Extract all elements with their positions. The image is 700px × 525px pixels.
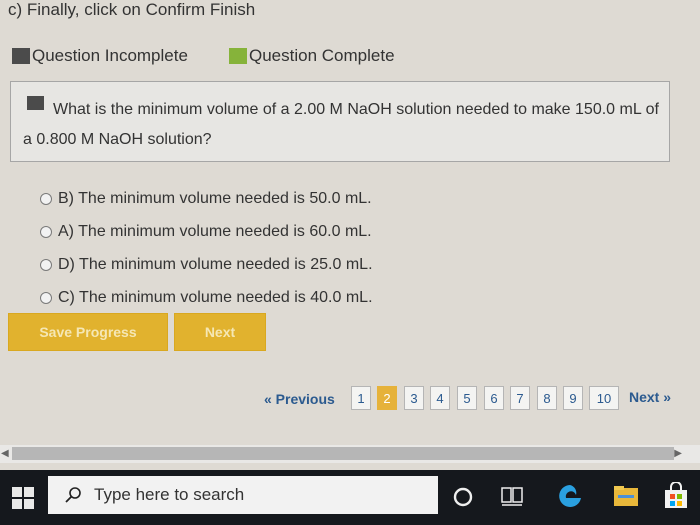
search-icon: [65, 487, 81, 503]
legend-incomplete: Question Incomplete: [12, 46, 188, 66]
taskbar: Type here to search: [0, 470, 700, 525]
next-page-link[interactable]: Next »: [629, 389, 671, 405]
instruction-text: c) Finally, click on Confirm Finish: [8, 0, 256, 19]
task-view-icon[interactable]: [500, 484, 524, 508]
incomplete-swatch: [12, 48, 30, 64]
question-text: What is the minimum volume of a 2.00 M N…: [23, 101, 659, 148]
option-c[interactable]: C) The minimum volume needed is 40.0 mL.: [40, 281, 373, 314]
radio-button[interactable]: [40, 258, 52, 271]
scroll-right-icon[interactable]: ▶: [674, 448, 682, 459]
option-b[interactable]: B) The minimum volume needed is 50.0 mL.: [40, 182, 373, 215]
radio-button[interactable]: [40, 192, 52, 205]
option-a[interactable]: A) The minimum volume needed is 60.0 mL.: [40, 215, 373, 248]
page-link-7[interactable]: 7: [510, 386, 530, 410]
page-link-9[interactable]: 9: [563, 386, 583, 410]
legend-complete-label: Question Complete: [249, 46, 395, 65]
search-placeholder: Type here to search: [94, 485, 245, 504]
option-label: C) The minimum volume needed is 40.0 mL.: [58, 288, 373, 306]
option-label: A) The minimum volume needed is 60.0 mL.: [58, 222, 372, 240]
store-icon[interactable]: [662, 482, 690, 510]
radio-button[interactable]: [40, 225, 52, 238]
page-link-1[interactable]: 1: [351, 386, 371, 410]
scroll-left-icon[interactable]: ◀: [1, 448, 9, 459]
file-explorer-icon[interactable]: [612, 483, 640, 509]
complete-swatch: [229, 48, 247, 64]
page-link-2-current[interactable]: 2: [377, 386, 397, 410]
legend-complete: Question Complete: [229, 46, 395, 66]
page-link-6[interactable]: 6: [484, 386, 504, 410]
cortana-icon[interactable]: [452, 486, 474, 508]
option-d[interactable]: D) The minimum volume needed is 25.0 mL.: [40, 248, 373, 281]
scrollbar-thumb[interactable]: [12, 447, 674, 460]
windows-start-icon[interactable]: [12, 487, 34, 509]
page-link-8[interactable]: 8: [537, 386, 557, 410]
previous-page-link[interactable]: « Previous: [264, 391, 335, 407]
page-link-4[interactable]: 4: [430, 386, 450, 410]
page-link-10[interactable]: 10: [589, 386, 619, 410]
option-label: B) The minimum volume needed is 50.0 mL.: [58, 189, 372, 207]
option-label: D) The minimum volume needed is 25.0 mL.: [58, 255, 373, 273]
edge-icon[interactable]: [556, 482, 584, 510]
radio-button[interactable]: [40, 291, 52, 304]
taskbar-search-box[interactable]: Type here to search: [48, 476, 438, 514]
horizontal-scrollbar[interactable]: ◀ ▶: [0, 445, 700, 463]
page-link-3[interactable]: 3: [404, 386, 424, 410]
save-progress-button[interactable]: Save Progress: [8, 313, 168, 351]
page-link-5[interactable]: 5: [457, 386, 477, 410]
next-button[interactable]: Next: [174, 313, 266, 351]
legend-incomplete-label: Question Incomplete: [32, 46, 188, 65]
answer-options: B) The minimum volume needed is 50.0 mL.…: [40, 182, 373, 314]
question-box: What is the minimum volume of a 2.00 M N…: [10, 81, 670, 162]
